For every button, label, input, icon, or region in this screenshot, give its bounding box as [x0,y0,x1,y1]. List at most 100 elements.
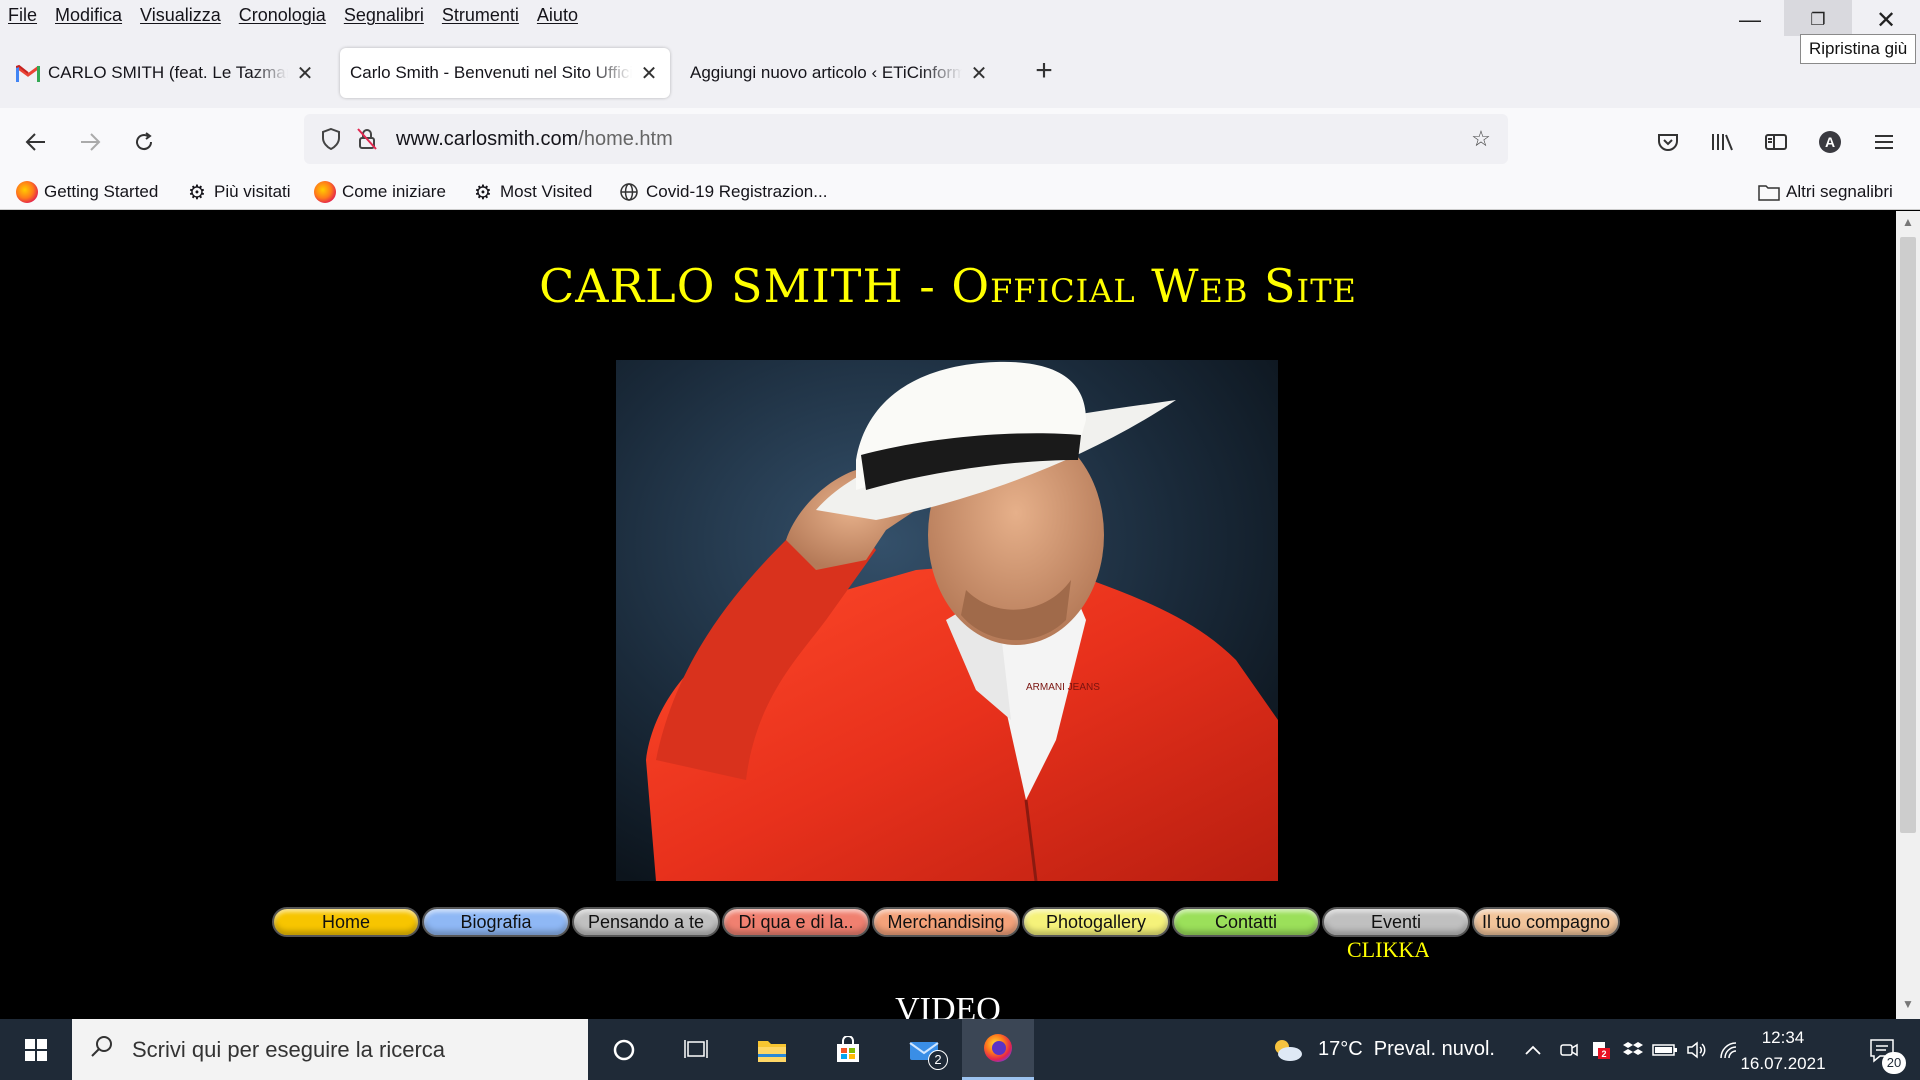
weather-text: 17°C Preval. nuvol. [1318,1038,1495,1060]
store-icon[interactable] [812,1019,884,1080]
bookmark-label: Most Visited [500,182,593,201]
nav-contatti-button[interactable]: Contatti [1172,907,1320,937]
hamburger-menu-icon[interactable] [1864,122,1904,162]
new-tab-button[interactable]: + [1028,56,1060,88]
clikka-marquee[interactable]: CLIKKA [1347,937,1429,963]
tab-eticinformazione[interactable]: Aggiungi nuovo articolo ‹ ETiCinformazio… [680,48,1000,98]
close-tab-icon[interactable]: ✕ [294,61,316,86]
pocket-icon[interactable] [1648,122,1688,162]
dropbox-icon[interactable] [1616,1019,1650,1080]
bookmark-label: Getting Started [44,182,159,201]
back-button[interactable] [16,122,56,162]
bookmark-label: Altri segnalibri [1786,182,1893,201]
bookmark-label: Come iniziare [342,182,446,201]
tab-carlo-smith[interactable]: Carlo Smith - Benvenuti nel Sito Ufficia… [340,48,670,98]
bookmark-piu-visitati[interactable]: ⚙ Più visitati [186,178,291,206]
site-title: CARLO SMITH - Official Web Site [539,259,1357,313]
tab-title: CARLO SMITH (feat. Le Tazmania [48,63,288,82]
menu-strumenti[interactable]: Strumenti [442,5,519,26]
nav-merchandising-button[interactable]: Merchandising [872,907,1020,937]
bookmark-star-icon[interactable]: ☆ [1464,122,1498,156]
nav-biografia-button[interactable]: Biografia [422,907,570,937]
menu-modifica[interactable]: Modifica [55,5,122,26]
bookmark-label: Covid-19 Registrazion... [646,182,828,201]
url-domain: www.carlosmith.com [396,127,579,150]
account-avatar-icon[interactable]: A [1810,122,1850,162]
volume-icon[interactable] [1680,1019,1714,1080]
arrow-right-icon [81,133,101,151]
show-hidden-icons-chevron-icon[interactable] [1516,1019,1550,1080]
forward-button[interactable] [70,122,110,162]
partly-cloudy-icon [1275,1039,1302,1061]
menu-aiuto[interactable]: Aiuto [537,5,578,26]
tab-gmail[interactable]: CARLO SMITH (feat. Le Tazmania ✕ [6,48,326,98]
battery-icon[interactable] [1648,1019,1682,1080]
artist-photo: ARMANI JEANS [616,360,1278,881]
nav-photogallery-button[interactable]: Photogallery [1022,907,1170,937]
firefox-icon [16,181,38,203]
url-text[interactable]: www.carlosmith.com/home.htm [396,128,673,151]
insecure-lock-icon[interactable] [350,122,384,156]
nav-pensando-a-te-button[interactable]: Pensando a te [572,907,720,937]
globe-icon [618,181,640,203]
search-placeholder: Scrivi qui per eseguire la ricerca [132,1036,446,1062]
search-icon [72,1034,132,1065]
firefox-icon [314,181,336,203]
system-clock[interactable]: 12:34 16.07.2021 [1728,1025,1838,1077]
minimize-button[interactable]: — [1716,0,1784,40]
scroll-down-arrow-icon[interactable]: ▼ [1896,997,1920,1017]
close-tab-icon[interactable]: ✕ [968,61,990,86]
bookmark-getting-started[interactable]: Getting Started [16,178,158,206]
scroll-thumb[interactable] [1900,237,1916,833]
reload-button[interactable] [124,122,164,162]
sidebar-icon[interactable] [1756,122,1796,162]
bookmark-most-visited[interactable]: ⚙ Most Visited [472,178,592,206]
firefox-taskbar-icon[interactable] [962,1019,1034,1080]
mail-icon[interactable]: 2 [888,1019,960,1080]
scroll-up-arrow-icon[interactable]: ▲ [1896,215,1920,235]
close-tab-icon[interactable]: ✕ [638,61,660,86]
taskbar-search[interactable]: Scrivi qui per eseguire la ricerca [72,1019,588,1080]
nav-home-button[interactable]: Home [272,907,420,937]
menu-segnalibri[interactable]: Segnalibri [344,5,424,26]
navigation-bar: www.carlosmith.com/home.htm ☆ A [0,108,1920,174]
gear-icon: ⚙ [474,181,492,204]
bookmark-come-iniziare[interactable]: Come iniziare [314,178,446,206]
windows-taskbar: Scrivi qui per eseguire la ricerca 2 17°… [0,1019,1920,1080]
start-button[interactable] [0,1019,72,1080]
shield-icon[interactable] [314,122,348,156]
clock-time: 12:34 [1761,1028,1805,1047]
url-bar[interactable]: www.carlosmith.com/home.htm ☆ [304,114,1508,164]
menu-cronologia[interactable]: Cronologia [239,5,326,26]
svg-text:ARMANI JEANS: ARMANI JEANS [1026,682,1100,693]
windows-logo-icon [25,1038,47,1061]
nav-eventi-button[interactable]: Eventi [1322,907,1470,937]
page-scrollbar[interactable]: ▲ ▼ [1896,211,1920,1019]
menu-file[interactable]: File [8,5,37,26]
library-icon[interactable] [1702,122,1742,162]
tab-strip: CARLO SMITH (feat. Le Tazmania ✕ Carlo S… [0,36,1920,108]
mail-badge: 2 [928,1050,948,1070]
video-heading: VIDEO [895,991,1001,1019]
cortana-icon[interactable] [588,1019,660,1080]
url-path: /home.htm [578,127,673,150]
tab-title: Aggiungi nuovo articolo ‹ ETiCinformazio… [690,63,962,82]
app-menu: File Modifica Visualizza Cronologia Segn… [0,0,588,30]
task-view-icon[interactable] [660,1019,732,1080]
svg-text:A: A [1825,134,1835,150]
nav-di-qua-e-di-la-button[interactable]: Di qua e di la.. [722,907,870,937]
meet-now-icon[interactable] [1552,1019,1586,1080]
notification-center-button[interactable]: 20 [1852,1019,1912,1080]
file-explorer-icon[interactable] [736,1019,808,1080]
tab-title: Carlo Smith - Benvenuti nel Sito Ufficia… [350,63,632,82]
other-bookmarks[interactable]: Altri segnalibri [1758,178,1893,206]
security-alert-icon[interactable]: 2 [1584,1019,1618,1080]
menu-visualizza[interactable]: Visualizza [140,5,221,26]
reload-icon [136,132,153,151]
gear-icon: ⚙ [188,181,206,204]
bookmark-covid-19[interactable]: Covid-19 Registrazion... [618,178,827,206]
notification-count: 20 [1882,1052,1906,1074]
weather-widget[interactable]: 17°C Preval. nuvol. [1270,1019,1495,1080]
nav-il-tuo-compagno-button[interactable]: Il tuo compagno [1472,907,1620,937]
arrow-left-icon [25,133,45,151]
